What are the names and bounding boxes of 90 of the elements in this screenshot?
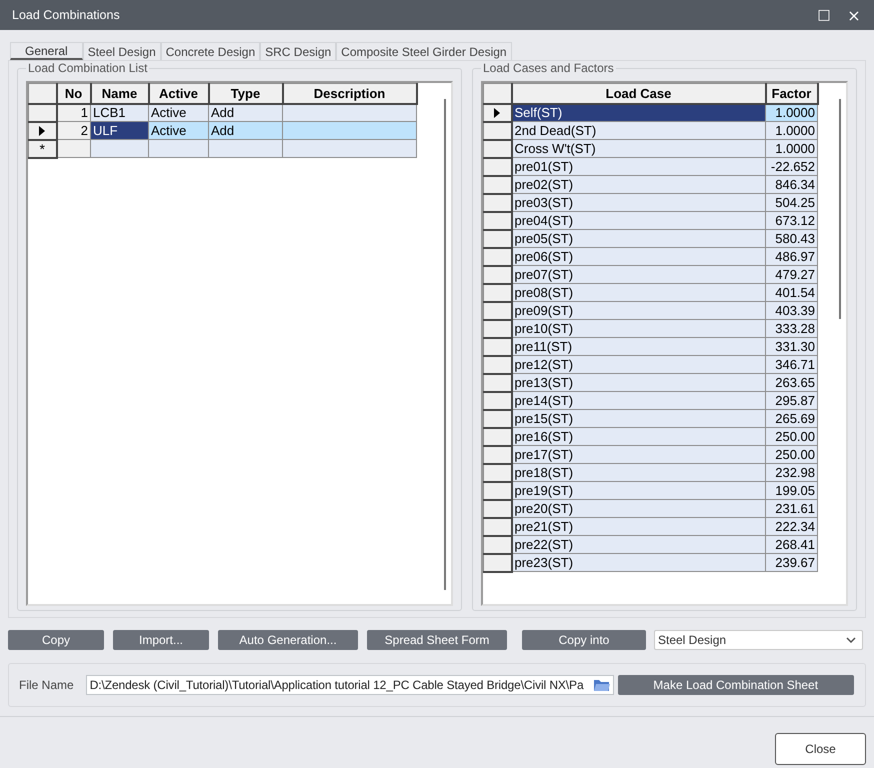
tab[interactable]: Steel Design xyxy=(82,42,161,60)
table-cell[interactable]: 2nd Dead(ST) xyxy=(512,122,766,140)
close-button[interactable]: × xyxy=(840,1,868,29)
column-header: Active xyxy=(148,84,208,104)
tab[interactable]: Concrete Design xyxy=(160,42,260,60)
column-header: Description xyxy=(282,84,416,104)
table-cell[interactable]: pre10(ST) xyxy=(512,320,766,338)
table-cell[interactable]: 268.41 xyxy=(766,536,818,554)
table-cell[interactable]: pre01(ST) xyxy=(512,158,766,176)
table-cell xyxy=(148,140,208,158)
group-title: Load Combination List xyxy=(27,61,148,75)
header-cell xyxy=(28,84,56,104)
action-button[interactable]: Import... xyxy=(113,630,209,650)
table-cell[interactable]: 403.39 xyxy=(766,302,818,320)
maximize-button[interactable]: □ xyxy=(810,1,838,29)
table-cell[interactable]: 401.54 xyxy=(766,284,818,302)
table-cell[interactable]: 222.34 xyxy=(766,518,818,536)
table-cell[interactable]: pre09(ST) xyxy=(512,302,766,320)
header-cell xyxy=(484,84,512,104)
action-button[interactable]: Copy xyxy=(8,630,104,650)
table-cell[interactable]: 239.67 xyxy=(766,554,818,572)
table-cell[interactable]: pre16(ST) xyxy=(512,428,766,446)
column-header: Factor xyxy=(766,84,818,104)
table-cell: Active xyxy=(148,122,208,140)
make-sheet-button[interactable]: Make Load Combination Sheet xyxy=(618,675,854,695)
table-cell[interactable]: pre05(ST) xyxy=(512,230,766,248)
table-cell[interactable]: pre08(ST) xyxy=(512,284,766,302)
table-cell[interactable]: 263.65 xyxy=(766,374,818,392)
tab[interactable]: General xyxy=(10,42,83,60)
column-header: Load Case xyxy=(512,84,766,104)
table-cell[interactable]: pre07(ST) xyxy=(512,266,766,284)
action-button[interactable]: Copy into xyxy=(522,630,646,650)
table-cell[interactable]: 346.71 xyxy=(766,356,818,374)
group-title: Load Cases and Factors xyxy=(482,61,615,75)
table-cell[interactable]: 231.61 xyxy=(766,500,818,518)
action-button[interactable]: Spread Sheet Form xyxy=(367,630,507,650)
column-header: No xyxy=(56,84,90,104)
table-cell[interactable]: pre12(ST) xyxy=(512,356,766,374)
table-cell[interactable]: pre20(ST) xyxy=(512,500,766,518)
table-cell[interactable]: 504.25 xyxy=(766,194,818,212)
table-cell[interactable]: ULF xyxy=(90,122,148,140)
current-row-icon xyxy=(39,126,46,136)
table-cell[interactable]: pre06(ST) xyxy=(512,248,766,266)
table-cell[interactable]: pre19(ST) xyxy=(512,482,766,500)
chevron-down-icon xyxy=(846,637,856,643)
table-cell: Add xyxy=(208,122,282,140)
table-cell[interactable]: pre17(ST) xyxy=(512,446,766,464)
table-cell[interactable]: pre22(ST) xyxy=(512,536,766,554)
table-cell[interactable]: 333.28 xyxy=(766,320,818,338)
table-cell[interactable]: pre02(ST) xyxy=(512,176,766,194)
table-cell[interactable]: 1.0000 xyxy=(766,122,818,140)
table-cell[interactable]: 295.87 xyxy=(766,392,818,410)
table-cell[interactable]: 486.97 xyxy=(766,248,818,266)
table-cell[interactable]: 1.0000 xyxy=(766,140,818,158)
table-cell[interactable]: pre23(ST) xyxy=(512,554,766,572)
table-cell[interactable]: 265.69 xyxy=(766,410,818,428)
window-title: Load Combinations xyxy=(12,8,121,22)
column-header: Type xyxy=(208,84,282,104)
scrollbar-thumb[interactable] xyxy=(839,99,841,319)
table-cell[interactable]: pre15(ST) xyxy=(512,410,766,428)
table-cell[interactable]: 250.00 xyxy=(766,428,818,446)
table-cell[interactable]: pre11(ST) xyxy=(512,338,766,356)
action-button[interactable]: Auto Generation... xyxy=(218,630,358,650)
table-cell[interactable]: pre14(ST) xyxy=(512,392,766,410)
current-row-icon xyxy=(494,108,500,118)
table-cell[interactable]: pre13(ST) xyxy=(512,374,766,392)
table-cell[interactable]: -22.652 xyxy=(766,158,818,176)
table-cell[interactable]: 479.27 xyxy=(766,266,818,284)
table-cell[interactable]: 232.98 xyxy=(766,464,818,482)
field-label: File Name xyxy=(19,678,74,692)
table-cell[interactable]: 250.00 xyxy=(766,446,818,464)
table-cell[interactable]: 199.05 xyxy=(766,482,818,500)
close-button[interactable]: Close xyxy=(775,733,866,765)
table-cell[interactable]: 580.43 xyxy=(766,230,818,248)
dropdown[interactable]: Steel Design xyxy=(654,630,863,650)
table-cell[interactable]: pre21(ST) xyxy=(512,518,766,536)
tab[interactable]: SRC Design xyxy=(260,42,336,60)
table-cell[interactable]: Cross W't(ST) xyxy=(512,140,766,158)
table-cell[interactable]: pre04(ST) xyxy=(512,212,766,230)
table-cell[interactable]: pre03(ST) xyxy=(512,194,766,212)
folder-icon[interactable] xyxy=(592,678,611,692)
tab[interactable]: Composite Steel Girder Design xyxy=(336,42,512,60)
file-name-field[interactable]: D:\Zendesk (Civil_Tutorial)\Tutorial\Application tutorial 12_PC Cable Stayed Bridge\Civil NX\Pa xyxy=(86,675,614,695)
scrollbar-thumb[interactable] xyxy=(444,99,446,590)
table-cell[interactable]: 673.12 xyxy=(766,212,818,230)
column-header: Name xyxy=(90,84,148,104)
table-cell xyxy=(90,140,148,158)
table-cell[interactable]: 846.34 xyxy=(766,176,818,194)
table-cell[interactable]: pre18(ST) xyxy=(512,464,766,482)
table-cell[interactable]: 331.30 xyxy=(766,338,818,356)
